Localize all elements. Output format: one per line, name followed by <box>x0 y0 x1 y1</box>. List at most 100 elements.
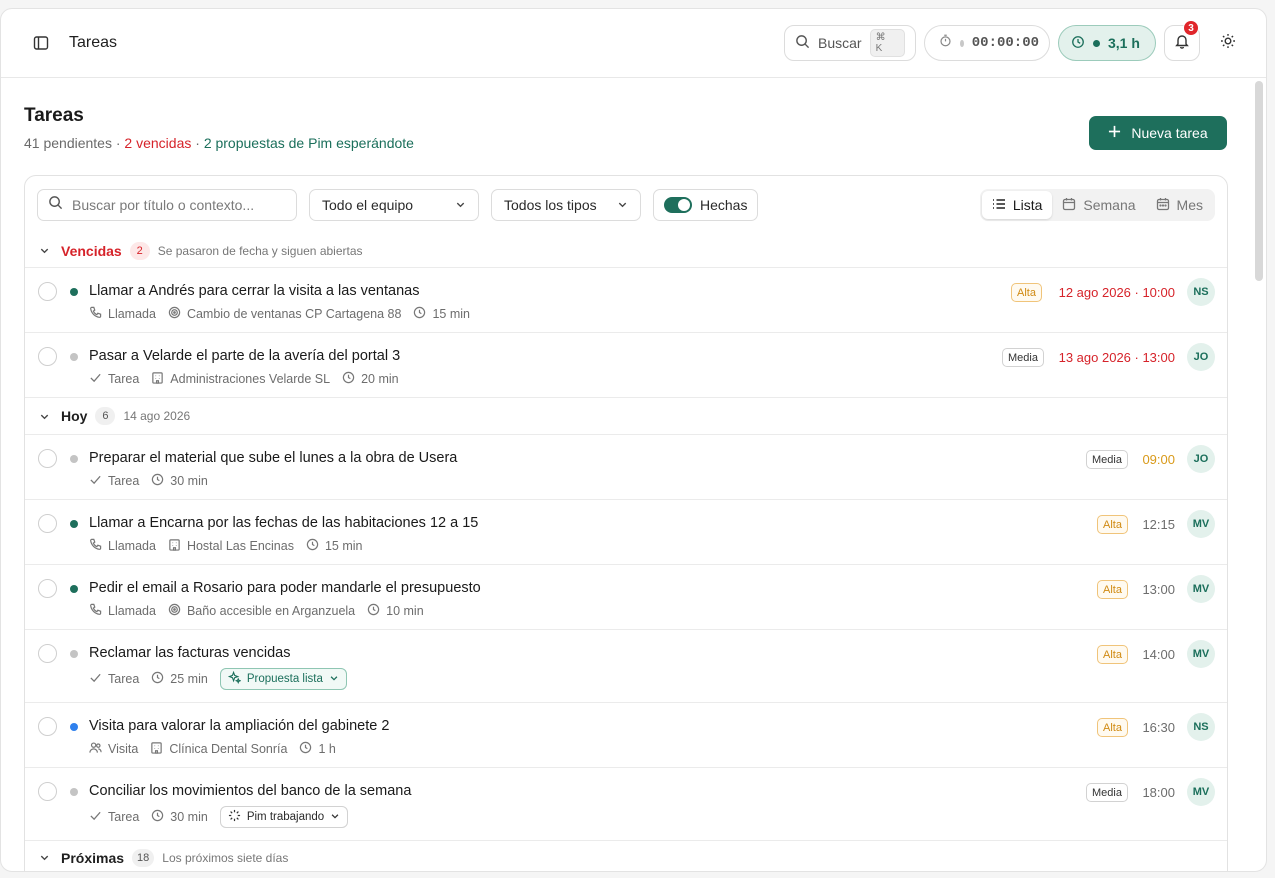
tasks-card: Todo el equipo Todos los tipos Hechas <box>24 175 1228 871</box>
task-title[interactable]: Preparar el material que sube el lunes a… <box>89 450 457 466</box>
assignee-avatar[interactable]: MV <box>1187 640 1215 668</box>
theme-toggle-button[interactable] <box>1212 25 1244 61</box>
task-search-input[interactable] <box>72 197 282 213</box>
task-meta: Llamada Cambio de ventanas CP Cartagena … <box>89 306 474 322</box>
task-duration-label: 25 min <box>170 672 208 686</box>
assignee-avatar[interactable]: MV <box>1187 510 1215 538</box>
task-due-date: 12 ago 2026 · 10:00 <box>1058 285 1175 300</box>
global-search-button[interactable]: Buscar ⌘ K <box>784 25 916 61</box>
task-checkbox[interactable] <box>38 782 57 801</box>
task-due-date: 12:15 <box>1142 517 1175 532</box>
chevron-down-icon[interactable] <box>39 245 51 257</box>
task-type-label: Visita <box>108 742 139 756</box>
task-type: Llamada <box>89 538 156 554</box>
task-duration-label: 30 min <box>170 474 208 488</box>
overdue-count[interactable]: 2 vencidas <box>124 135 191 151</box>
hours-status-dot <box>1093 39 1100 47</box>
task-row[interactable]: Llamar a Andrés para cerrar la visita a … <box>25 268 1227 333</box>
chevron-down-icon[interactable] <box>39 410 51 422</box>
task-title[interactable]: Reclamar las facturas vencidas <box>89 645 290 661</box>
app-window: Tareas Buscar ⌘ K 00:00:00 3,1 h 3 Tarea… <box>0 8 1267 872</box>
task-row[interactable]: Visita para valorar la ampliación del ga… <box>25 703 1227 768</box>
task-row[interactable]: Preparar el material que sube el lunes a… <box>25 435 1227 500</box>
target-icon <box>168 306 181 322</box>
task-due-date: 09:00 <box>1142 452 1175 467</box>
timer-button[interactable]: 00:00:00 <box>924 25 1050 61</box>
group-header-overdue[interactable]: Vencidas 2 Se pasaron de fecha y siguen … <box>25 234 1227 268</box>
clock-icon <box>1071 35 1085 52</box>
task-title[interactable]: Pasar a Velarde el parte de la avería de… <box>89 348 400 364</box>
task-duration: 15 min <box>413 306 470 322</box>
task-type-dot <box>70 288 78 296</box>
bell-icon <box>1174 33 1190 54</box>
task-title[interactable]: Llamar a Andrés para cerrar la visita a … <box>89 283 419 299</box>
sidebar-toggle-icon[interactable] <box>31 33 51 53</box>
phone-icon <box>89 306 102 322</box>
view-month-tab[interactable]: Mes <box>1146 191 1213 219</box>
task-title[interactable]: Llamar a Encarna por las fechas de las h… <box>89 515 478 531</box>
global-search-label: Buscar <box>818 35 862 51</box>
sun-icon <box>1220 33 1236 54</box>
search-icon <box>795 34 810 52</box>
task-row[interactable]: Pedir el email a Rosario para poder mand… <box>25 565 1227 630</box>
stopwatch-icon <box>939 34 952 52</box>
assignee-avatar[interactable]: MV <box>1187 778 1215 806</box>
task-title[interactable]: Conciliar los movimientos del banco de l… <box>89 783 411 799</box>
type-filter-select[interactable]: Todos los tipos <box>491 189 641 221</box>
group-header-upcoming[interactable]: Próximas 18 Los próximos siete días <box>25 841 1227 871</box>
task-type-dot <box>70 650 78 658</box>
group-label: Hoy <box>61 408 88 424</box>
new-task-button[interactable]: Nueva tarea <box>1089 116 1227 150</box>
task-row[interactable]: Conciliar los movimientos del banco de l… <box>25 768 1227 841</box>
task-checkbox[interactable] <box>38 449 57 468</box>
team-filter-select[interactable]: Todo el equipo <box>309 189 479 221</box>
hours-button[interactable]: 3,1 h <box>1058 25 1156 61</box>
task-checkbox[interactable] <box>38 347 57 366</box>
building-icon <box>151 371 164 387</box>
task-checkbox[interactable] <box>38 579 57 598</box>
task-duration: 25 min <box>151 671 208 687</box>
task-title[interactable]: Visita para valorar la ampliación del ga… <box>89 718 389 734</box>
task-duration: 1 h <box>299 741 336 757</box>
priority-badge: Media <box>1086 783 1128 802</box>
pending-count: 41 pendientes <box>24 135 112 151</box>
task-type-label: Tarea <box>108 474 140 488</box>
assignee-avatar[interactable]: JO <box>1187 445 1215 473</box>
task-duration: 10 min <box>367 603 424 619</box>
proposals-count[interactable]: 2 propuestas de Pim esperándote <box>204 135 414 151</box>
group-header-today[interactable]: Hoy 6 14 ago 2026 <box>25 398 1227 435</box>
timer-status-dot <box>960 39 964 47</box>
assignee-avatar[interactable]: NS <box>1187 278 1215 306</box>
assignee-avatar[interactable]: JO <box>1187 343 1215 371</box>
task-type: Llamada <box>89 306 156 322</box>
task-title[interactable]: Pedir el email a Rosario para poder mand… <box>89 580 481 596</box>
done-toggle[interactable] <box>664 197 692 213</box>
task-row[interactable]: Pasar a Velarde el parte de la avería de… <box>25 333 1227 398</box>
notifications-button[interactable]: 3 <box>1164 20 1200 61</box>
task-checkbox[interactable] <box>38 644 57 663</box>
task-row[interactable]: Reclamar las facturas vencidas Tarea 25 … <box>25 630 1227 703</box>
task-duration: 20 min <box>342 371 399 387</box>
priority-badge: Alta <box>1097 580 1128 599</box>
task-checkbox[interactable] <box>38 514 57 533</box>
task-meta: Visita Clínica Dental Sonría 1 h <box>89 741 340 757</box>
task-meta: Llamada Hostal Las Encinas 15 min <box>89 538 367 554</box>
view-week-tab[interactable]: Semana <box>1052 191 1145 219</box>
pim-working-chip[interactable]: Pim trabajando <box>219 806 349 828</box>
task-row[interactable]: Llamar a Encarna por las fechas de las h… <box>25 500 1227 565</box>
assignee-avatar[interactable]: NS <box>1187 713 1215 741</box>
users-icon <box>89 741 102 757</box>
clock-icon <box>151 473 164 489</box>
proposal-ready-chip[interactable]: Propuesta lista <box>219 668 347 690</box>
assignee-avatar[interactable]: MV <box>1187 575 1215 603</box>
task-checkbox[interactable] <box>38 717 57 736</box>
notifications-badge: 3 <box>1183 20 1199 36</box>
shortcut-badge: ⌘ K <box>869 29 905 57</box>
group-note: Los próximos siete días <box>162 850 289 865</box>
view-list-tab[interactable]: Lista <box>981 191 1053 219</box>
clock-icon <box>151 809 164 825</box>
chevron-down-icon[interactable] <box>39 852 51 864</box>
task-checkbox[interactable] <box>38 282 57 301</box>
scrollbar[interactable] <box>1255 81 1263 281</box>
task-search[interactable] <box>37 189 297 221</box>
